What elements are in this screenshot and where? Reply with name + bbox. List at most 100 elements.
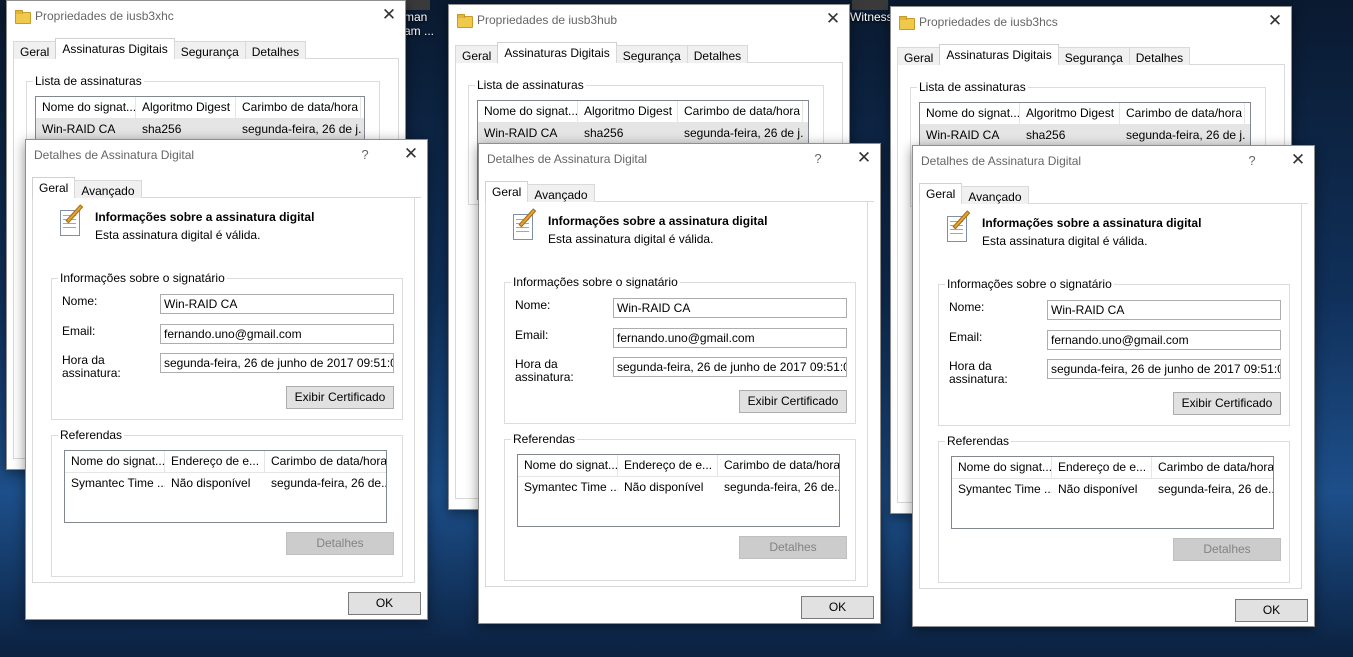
group-label: Referendas [511,432,578,446]
tab-0[interactable]: Geral [13,41,57,61]
tab-3[interactable]: Detalhes [244,41,307,61]
column-header[interactable]: Endereço de e... [1052,457,1152,479]
details-button[interactable]: Detalhes [739,536,847,559]
title-bar[interactable]: Detalhes de Assinatura Digital? ✕ [913,146,1314,177]
title-bar[interactable]: Detalhes de Assinatura Digital? ✕ [479,144,880,175]
title-bar[interactable]: Detalhes de Assinatura Digital? ✕ [26,140,427,171]
list-item[interactable]: Symantec Time ... Não disponível segunda-f… [952,479,1273,499]
column-header[interactable]: Algoritmo Digest [578,101,678,123]
countersignature-list[interactable]: Nome do signat... Endereço de e... Carimbo… [951,456,1274,529]
column-header[interactable]: Endereço de e... [165,451,265,473]
column-header[interactable]: Nome do signat... [36,97,136,119]
tab-1[interactable]: Assinaturas Digitais [55,38,175,60]
column-header[interactable]: Algoritmo Digest [1020,103,1120,125]
column-header[interactable]: Carimbo de data/hora [265,451,386,473]
group-label: Lista de assinaturas [917,80,1028,94]
column-header[interactable]: Carimbo de data/hora [1120,103,1245,125]
email-label: Email: [949,330,983,344]
tab-0[interactable]: Geral [485,181,529,203]
signature-details-dialog[interactable]: Detalhes de Assinatura Digital? ✕ Geral Ava… [25,139,428,620]
list-cell: Symantec Time ... [958,482,1052,496]
view-certificate-button[interactable]: Exibir Certificado [286,386,394,409]
help-icon[interactable]: ? [355,141,375,169]
name-field[interactable]: Win-RAID CA [1047,300,1281,320]
list-item[interactable]: Symantec Time ... Não disponível segunda-f… [65,473,386,493]
column-header[interactable]: Carimbo de data/hora [1152,457,1273,479]
group-label: Referendas [58,428,125,442]
countersignature-list[interactable]: Nome do signat... Endereço de e... Carimbo… [517,454,840,527]
list-cell: Não disponível [624,480,704,494]
tab-1[interactable]: Avançado [961,186,1029,206]
close-icon[interactable]: ✕ [1261,8,1289,36]
countersignature-list[interactable]: Nome do signat... Endereço de e... Carimbo… [64,450,387,523]
tab-1[interactable]: Assinaturas Digitais [497,42,617,64]
tab-0[interactable]: Geral [897,47,941,67]
desktop-icon-label[interactable]: man am ... [404,10,434,38]
tab-0[interactable]: Geral [32,177,76,199]
view-certificate-button[interactable]: Exibir Certificado [739,390,847,413]
column-header[interactable]: Nome do signat... [518,455,618,477]
name-field[interactable]: Win-RAID CA [613,298,847,318]
tab-0[interactable]: Geral [919,183,963,205]
details-button[interactable]: Detalhes [286,532,394,555]
list-cell: segunda-feira, 26 de j... [1126,128,1245,142]
window-title: Propriedades de iusb3xhc [35,9,174,23]
close-icon[interactable]: ✕ [375,2,403,30]
column-header[interactable]: Endereço de e... [618,455,718,477]
tab-1[interactable]: Avançado [527,184,595,204]
signing-time-field[interactable]: segunda-feira, 26 de junho de 2017 09:51… [613,357,847,377]
column-header[interactable]: Nome do signat... [65,451,165,473]
signature-details-dialog[interactable]: Detalhes de Assinatura Digital? ✕ Geral Ava… [912,145,1315,627]
column-header[interactable]: Algoritmo Digest [136,97,236,119]
signing-time-field[interactable]: segunda-feira, 26 de junho de 2017 09:51… [160,353,394,373]
column-header[interactable]: Nome do signat... [478,101,578,123]
signature-details-dialog[interactable]: Detalhes de Assinatura Digital? ✕ Geral Ava… [478,143,881,624]
tab-panel: Informações sobre a assinatura digital Es… [919,204,1302,589]
list-item[interactable]: Symantec Time ... Não disponível segunda-f… [518,477,839,497]
column-header[interactable]: Carimbo de data/hora [236,97,361,119]
view-certificate-button[interactable]: Exibir Certificado [1173,392,1281,415]
title-bar[interactable]: Propriedades de iusb3xhc ✕ [7,1,405,32]
tab-2[interactable]: Segurança [1057,47,1130,67]
help-icon[interactable]: ? [808,145,828,173]
tab-1[interactable]: Avançado [74,180,142,200]
tab-2[interactable]: Segurança [173,41,246,61]
tab-3[interactable]: Detalhes [1128,47,1191,67]
title-bar[interactable]: Propriedades de iusb3hcs ✕ [891,7,1291,38]
group-label: Informações sobre o signatário [511,275,680,289]
tab-0[interactable]: Geral [455,45,499,65]
list-item[interactable]: Win-RAID CA sha256 segunda-feira, 26 de j.… [478,123,808,143]
close-icon[interactable]: ✕ [819,6,847,34]
ok-button[interactable]: OK [801,596,874,619]
close-icon[interactable]: ✕ [397,141,425,169]
email-field[interactable]: fernando.uno@gmail.com [160,324,394,344]
signing-time-label: Hora da assinatura: [949,359,1008,386]
details-button[interactable]: Detalhes [1173,538,1281,561]
column-header[interactable]: Nome do signat... [952,457,1052,479]
column-header[interactable]: Nome do signat... [920,103,1020,125]
close-icon[interactable]: ✕ [850,145,878,173]
title-bar[interactable]: Propriedades de iusb3hub ✕ [449,5,849,36]
column-header[interactable]: Carimbo de data/hora [718,455,839,477]
help-icon[interactable]: ? [1242,147,1262,175]
info-text: Esta assinatura digital é válida. [548,232,714,246]
email-field[interactable]: fernando.uno@gmail.com [613,328,847,348]
ok-button[interactable]: OK [348,592,421,615]
close-icon[interactable]: ✕ [1284,147,1312,175]
desktop-icon-label[interactable]: Witness [850,10,893,24]
tab-2[interactable]: Segurança [615,45,688,65]
column-header[interactable]: Carimbo de data/hora [678,101,803,123]
ok-button[interactable]: OK [1235,599,1308,622]
email-label: Email: [515,328,549,342]
list-item[interactable]: Win-RAID CA sha256 segunda-feira, 26 de j.… [36,119,364,139]
signer-info-group: Informações sobre o signatário Nome: Win-R… [51,271,403,420]
name-label: Nome: [62,294,98,308]
list-header: Nome do signat... Algoritmo Digest Carimbo… [478,101,808,123]
list-cell: sha256 [142,122,182,136]
signing-time-field[interactable]: segunda-feira, 26 de junho de 2017 09:51… [1047,359,1281,379]
name-field[interactable]: Win-RAID CA [160,294,394,314]
email-field[interactable]: fernando.uno@gmail.com [1047,330,1281,350]
tab-3[interactable]: Detalhes [686,45,749,65]
list-item[interactable]: Win-RAID CA sha256 segunda-feira, 26 de j.… [920,125,1250,145]
tab-1[interactable]: Assinaturas Digitais [939,44,1059,66]
